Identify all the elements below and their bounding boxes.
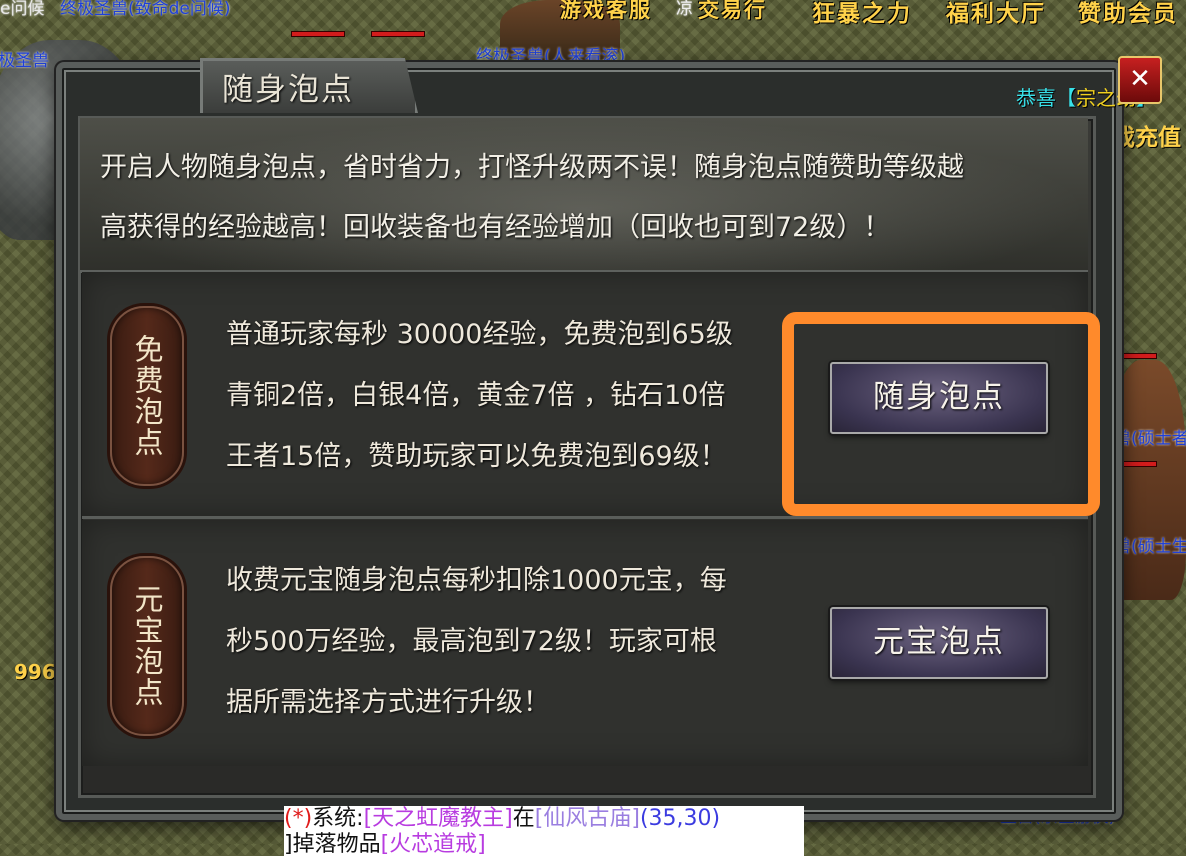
chat-log: (*)系统:[天之虹魔教主]在[仙风古庙](35,30) ]掉落物品[火芯道戒] xyxy=(284,806,804,856)
free-description: 普通玩家每秒 30000经验，免费泡到65级 青铜2倍，白银4倍，黄金7倍 ，钻… xyxy=(226,304,733,487)
paid-line-2: 秒500万经验，最高泡到72级！玩家可根 xyxy=(226,626,717,657)
chat-at: 在 xyxy=(512,806,535,831)
close-icon: ✕ xyxy=(1129,64,1151,94)
top-left-player-name: 终极圣兽(致命de问候) xyxy=(60,0,231,19)
ingot-afk-button[interactable]: 元宝泡点 xyxy=(830,607,1048,679)
chat-line-1: (*)系统:[天之虹魔教主]在[仙风古庙](35,30) xyxy=(284,806,804,832)
hp-bar xyxy=(292,32,344,36)
hud-item-2[interactable]: 赞助会员 xyxy=(1078,0,1178,28)
recharge-tag[interactable]: 戏充值 xyxy=(1112,118,1181,152)
left-number: 996 xyxy=(14,660,56,684)
free-line-2: 青铜2倍，白银4倍，黄金7倍 ，钻石10倍 xyxy=(226,380,726,411)
paid-line-3: 据所需选择方式进行升级！ xyxy=(226,687,550,718)
chat-drop-text: ]掉落物品 xyxy=(284,832,381,856)
intro-line-1: 开启人物随身泡点，省时省力，打怪升级两不误！随身泡点随赞助等级越 xyxy=(100,152,964,183)
left-label: 极圣兽 xyxy=(0,51,49,71)
chat-player: [天之虹魔教主] xyxy=(363,806,513,831)
paid-tag: 元宝泡点 xyxy=(110,556,184,736)
free-line-3: 王者15倍，赞助玩家可以免费泡到69级！ xyxy=(226,441,727,472)
chat-system: 系统: xyxy=(312,806,364,831)
paid-description: 收费元宝随身泡点每秒扣除1000元宝，每 秒500万经验，最高泡到72级！玩家可… xyxy=(226,550,727,733)
dialog-title: 随身泡点 xyxy=(222,72,354,108)
free-line-1: 普通玩家每秒 30000经验，免费泡到65级 xyxy=(226,319,733,350)
chat-item: [火芯道戒] xyxy=(380,832,486,856)
chat-coords: (35,30) xyxy=(639,806,721,831)
chat-place: [仙风古庙] xyxy=(534,806,640,831)
highlight-box xyxy=(782,312,1100,516)
right-player-name-2: 兽(硕士生 xyxy=(1114,537,1186,557)
right-player-name-1: 兽(硕士者 xyxy=(1114,429,1186,449)
top-mid-text2: 交易行 xyxy=(698,0,767,22)
intro-line-2: 高获得的经验越高！回收装备也有经验增加（回收也可到72级）！ xyxy=(100,212,891,243)
top-left-text: e问候 xyxy=(0,0,45,19)
hud-item-1[interactable]: 福利大厅 xyxy=(946,0,1046,28)
hp-bar xyxy=(372,32,424,36)
chat-line-2: ]掉落物品[火芯道戒] xyxy=(284,832,804,856)
paid-line-1: 收费元宝随身泡点每秒扣除1000元宝，每 xyxy=(226,565,727,596)
intro-text: 开启人物随身泡点，省时省力，打怪升级两不误！随身泡点随赞助等级越 高获得的经验越… xyxy=(100,138,1080,258)
top-mid-small: 凉 xyxy=(676,0,693,19)
chat-prefix: (*) xyxy=(284,806,313,831)
close-button[interactable]: ✕ xyxy=(1118,56,1162,104)
free-tag: 免费泡点 xyxy=(110,306,184,486)
top-mid-text: 游戏客服 xyxy=(560,0,652,22)
congrats-prefix: 恭喜 xyxy=(1016,86,1056,110)
congrats-open-bracket: 【 xyxy=(1056,86,1076,110)
hud-item-0[interactable]: 狂暴之力 xyxy=(812,0,912,28)
